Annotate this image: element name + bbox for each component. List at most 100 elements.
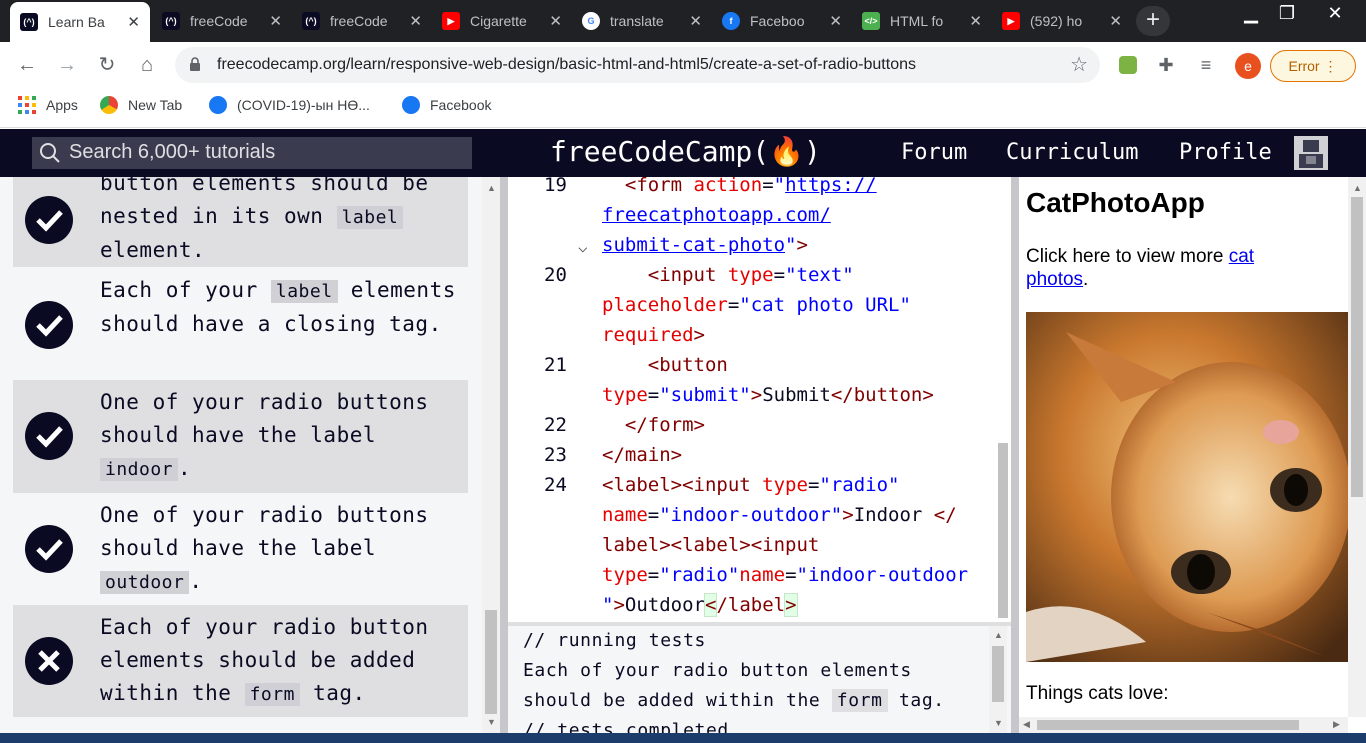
profile-avatar[interactable]: e — [1235, 53, 1261, 79]
code-line: freecatphotoapp.com/ — [602, 204, 831, 226]
test-item: One of your radio buttons should have th… — [13, 380, 468, 493]
preview-paragraph: Click here to view more cat photos. — [1026, 246, 1255, 290]
tab-html[interactable]: </> HTML fo ✕ — [852, 4, 992, 38]
bookmarks-bar: Apps New Tab (COVID-19)-ын НӨ... Faceboo… — [0, 88, 1366, 128]
console-line: // tests completed — [523, 720, 729, 733]
tab-title: Faceboo — [750, 13, 805, 29]
url-text: freecodecamp.org/learn/responsive-web-de… — [217, 56, 916, 73]
facebook-icon — [402, 96, 420, 114]
fcc-logo[interactable]: freeCodeCamp(🔥) — [550, 135, 821, 168]
address-bar[interactable]: freecodecamp.org/learn/responsive-web-de… — [175, 47, 1100, 83]
close-icon[interactable]: ✕ — [689, 12, 702, 30]
browser-toolbar: ← → ↻ ⌂ freecodecamp.org/learn/responsiv… — [0, 42, 1366, 88]
tab-facebook[interactable]: f Faceboo ✕ — [712, 4, 852, 38]
lock-icon — [190, 57, 200, 71]
code-line: required> — [602, 324, 705, 346]
close-icon[interactable]: ✕ — [127, 13, 140, 31]
scroll-left-arrow-icon[interactable]: ◀ — [1023, 719, 1030, 730]
tab-google-translate[interactable]: G translate ✕ — [572, 4, 712, 38]
close-icon[interactable]: ✕ — [829, 12, 842, 30]
tab-freecodecamp-2[interactable]: (^) freeCode ✕ — [292, 4, 432, 38]
code-editor[interactable]: 19 <form action="https:// freecatphotoap… — [508, 177, 1011, 620]
preview-pane: CatPhotoApp Click here to view more cat … — [1019, 177, 1366, 733]
freecodecamp-icon: (^) — [302, 12, 320, 30]
facebook-icon — [209, 96, 227, 114]
check-icon — [25, 525, 73, 573]
tab-title: HTML fo — [890, 13, 944, 29]
code-line: label><label><input — [602, 534, 820, 556]
tab-youtube-cigarette[interactable]: ▶ Cigarette ✕ — [432, 4, 572, 38]
home-button[interactable]: ⌂ — [132, 50, 162, 80]
code-line: <button — [647, 354, 728, 376]
scroll-down-arrow-icon[interactable]: ▼ — [487, 717, 496, 727]
close-icon[interactable]: ✕ — [969, 12, 982, 30]
instructions-scrollbar[interactable]: ▲ ▼ — [482, 177, 500, 733]
scroll-down-arrow-icon[interactable]: ▼ — [994, 718, 1003, 728]
back-button[interactable]: ← — [12, 50, 42, 80]
close-icon[interactable]: ✕ — [549, 12, 562, 30]
reload-button[interactable]: ↻ — [92, 50, 122, 80]
console-line: // running tests — [523, 630, 706, 651]
facebook-icon: f — [722, 12, 740, 30]
error-button[interactable]: Error ⋮ — [1270, 50, 1356, 82]
new-tab-button[interactable]: + — [1136, 6, 1170, 36]
console-scrollbar[interactable]: ▲ ▼ — [989, 626, 1007, 733]
apps-grid-icon — [18, 96, 36, 114]
search-input[interactable]: Search 6,000+ tutorials — [32, 137, 472, 169]
scroll-up-arrow-icon[interactable]: ▲ — [1353, 183, 1362, 193]
editor-scrollbar[interactable] — [995, 177, 1011, 620]
extensions-puzzle-icon[interactable]: ✚ — [1152, 51, 1180, 79]
scrollbar-thumb[interactable] — [998, 443, 1008, 618]
bookmark-new-tab[interactable]: New Tab — [100, 96, 182, 114]
scrollbar-thumb[interactable] — [992, 646, 1004, 702]
code-line: <label><input type="radio" — [602, 474, 900, 496]
user-avatar[interactable] — [1294, 136, 1328, 170]
scroll-up-arrow-icon[interactable]: ▲ — [487, 183, 496, 193]
os-taskbar — [0, 733, 1366, 743]
test-text: One of your radio buttons should have th… — [100, 390, 429, 481]
pane-resizer[interactable] — [500, 177, 508, 733]
test-console: // running tests Each of your radio butt… — [508, 622, 1011, 733]
test-text: One of your radio buttons should have th… — [100, 503, 429, 594]
bookmark-apps[interactable]: Apps — [18, 96, 78, 114]
scrollbar-thumb[interactable] — [1351, 197, 1363, 497]
tab-title: Learn Ba — [48, 14, 105, 30]
forward-button[interactable]: → — [52, 50, 82, 80]
nav-forum-link[interactable]: Forum — [901, 140, 967, 165]
scroll-right-arrow-icon[interactable]: ▶ — [1333, 719, 1340, 730]
nav-curriculum-link[interactable]: Curriculum — [1006, 140, 1138, 165]
scrollbar-thumb[interactable] — [485, 610, 497, 714]
bookmark-label: Facebook — [430, 97, 492, 113]
youtube-icon: ▶ — [442, 12, 460, 30]
cross-icon — [25, 637, 73, 685]
code-line: <form action="https:// — [624, 177, 877, 196]
preview-scrollbar[interactable]: ▲ — [1348, 177, 1366, 717]
tab-learn[interactable]: (^) Learn Ba ✕ — [10, 2, 150, 42]
code-line: submit-cat-photo"> — [602, 234, 808, 256]
close-icon[interactable]: ✕ — [1109, 12, 1122, 30]
pane-resizer[interactable] — [1011, 177, 1019, 733]
preview-horizontal-scrollbar[interactable]: ◀ ▶ — [1019, 717, 1348, 733]
tab-freecodecamp-1[interactable]: (^) freeCode ✕ — [152, 4, 292, 38]
scrollbar-thumb[interactable] — [1037, 720, 1299, 730]
bookmark-label: New Tab — [128, 97, 183, 113]
preview-heading: CatPhotoApp — [1026, 187, 1205, 218]
nav-profile-link[interactable]: Profile — [1179, 140, 1272, 165]
close-icon[interactable]: ✕ — [269, 12, 282, 30]
tab-youtube-592[interactable]: ▶ (592) ho ✕ — [992, 4, 1132, 38]
scroll-up-arrow-icon[interactable]: ▲ — [994, 630, 1003, 640]
error-label: Error — [1288, 58, 1320, 74]
close-icon[interactable]: ✕ — [409, 12, 422, 30]
bookmark-facebook[interactable]: Facebook — [402, 96, 491, 114]
media-queue-icon[interactable]: ≡ — [1192, 51, 1220, 79]
bookmark-star-icon[interactable]: ☆ — [1070, 52, 1088, 77]
window-close-button[interactable]: ✕ — [1310, 0, 1360, 30]
maximize-button[interactable]: ❐ — [1264, 0, 1310, 30]
extension-green-icon[interactable] — [1114, 51, 1142, 79]
bookmark-covid[interactable]: (COVID-19)-ын НӨ... — [209, 96, 370, 114]
cat-photo-image[interactable] — [1026, 312, 1348, 662]
things-cats-love-text: Things cats love: — [1026, 683, 1169, 704]
instructions-pane: button elements should be nested in its … — [0, 177, 500, 733]
code-line: type="submit">Submit</button> — [602, 384, 934, 406]
fold-chevron-icon[interactable]: ⌵ — [578, 232, 588, 262]
